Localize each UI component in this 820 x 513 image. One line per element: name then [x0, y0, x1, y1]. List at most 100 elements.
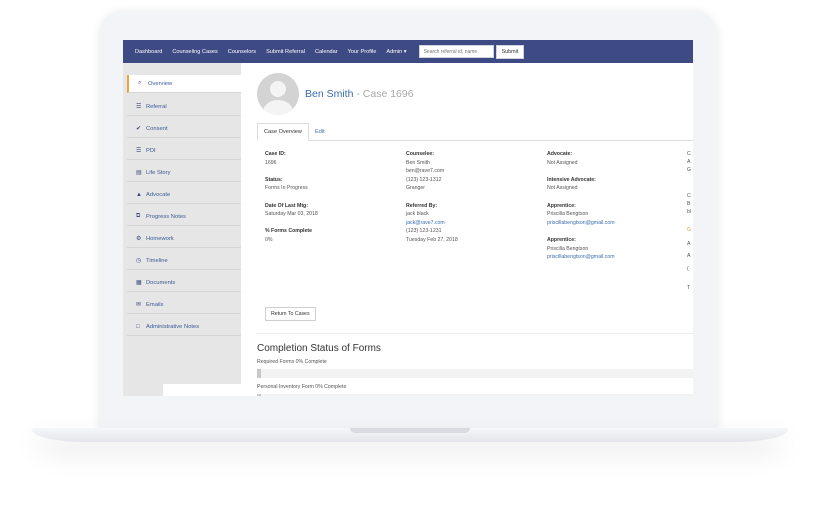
last-meeting-value: Saturday Mar 03, 2018: [265, 211, 318, 218]
sidebar-item-pdi[interactable]: ☰ PDI: [127, 142, 241, 160]
nav-calendar[interactable]: Calendar: [315, 49, 338, 55]
referred-by-label: Referred By:: [406, 202, 438, 209]
return-to-cases-button[interactable]: Return To Cases: [265, 307, 316, 321]
personal-inventory-label: Personal Inventory Form 0% Complete: [257, 384, 347, 390]
advocate-value: Not Assigned: [547, 159, 578, 166]
counselee-phone: (123) 123-1312: [406, 176, 442, 183]
clipped-text: B: [687, 201, 691, 207]
avatar-body: [263, 100, 293, 115]
forms-complete-label: % Forms Complete: [265, 228, 312, 235]
sidebar-item-administrative-notes[interactable]: □ Administrative Notes: [127, 318, 241, 336]
clipped-text: T: [687, 285, 691, 291]
sidebar-item-progress-notes[interactable]: ⧉ Progress Notes: [127, 208, 241, 226]
sidebar-item-homework[interactable]: ⚙ Homework: [127, 230, 241, 248]
apprentice-name: Priscilla Bengtson: [547, 211, 589, 218]
referral-search-input[interactable]: [418, 45, 494, 58]
case-sidebar: ⌕ Overview ☰ Referral ✔ Consent ☰ PDI ▤ …: [123, 63, 241, 396]
nav-admin-dropdown[interactable]: Admin ▾: [386, 49, 406, 55]
completion-status-heading: Completion Status of Forms: [257, 343, 381, 354]
sidebar-item-label: Overview: [148, 80, 173, 87]
sidebar-item-emails[interactable]: ✉ Emails: [127, 296, 241, 314]
clipped-text: (: [687, 266, 689, 272]
nav-dashboard[interactable]: Dashboard: [135, 49, 162, 55]
personal-inventory-progress: [257, 394, 693, 396]
required-forms-label: Required Forms 0% Complete: [257, 359, 327, 365]
required-forms-progress-fill: [257, 369, 261, 378]
clipped-text: C: [687, 151, 691, 157]
advocate-label: Advocate:: [547, 151, 573, 157]
intensive-advocate-label: Intensive Advocate:: [547, 176, 596, 183]
sidebar-item-label: Consent: [146, 125, 168, 132]
page-title: Ben Smith - Case 1696: [305, 88, 414, 100]
referrer-email-link[interactable]: jack@rave7.com: [406, 219, 536, 228]
user-icon: ▲: [136, 191, 142, 198]
book-icon: ▤: [136, 170, 142, 176]
sidebar-item-life-story[interactable]: ▤ Life Story: [127, 164, 241, 182]
database-icon: ☰: [136, 148, 142, 154]
clipped-text: G: [687, 167, 692, 173]
sidebar-item-label: Administrative Notes: [146, 323, 200, 330]
counselee-name: Ben Smith: [406, 159, 430, 166]
search-submit-button[interactable]: Submit: [495, 44, 525, 59]
clipped-text: A: [687, 159, 691, 165]
advocate-column: Advocate: Not Assigned Intensive Advocat…: [547, 150, 682, 262]
referrer-name: jack black: [406, 211, 429, 218]
tab-case-overview[interactable]: Case Overview: [257, 123, 309, 141]
search-icon: ⌕: [138, 80, 142, 86]
laptop-notch: [350, 428, 470, 433]
copy-icon: ⧉: [136, 213, 141, 219]
case-tabs: Case Overview Edit: [257, 123, 693, 141]
check-icon: ✔: [136, 126, 142, 132]
intensive-advocate-value: Not Assigned: [547, 185, 578, 192]
clipped-text: A: [687, 241, 691, 247]
apprentice-label: Apprentice:: [547, 202, 576, 209]
last-meeting-label: Date Of Last Mtg:: [265, 202, 308, 209]
apprentice-email-link[interactable]: priscillabengtson@gmail.com: [547, 219, 682, 228]
case-info-column: Case ID: 1696 Status: Forms In Progress …: [265, 150, 395, 245]
sidebar-item-overview[interactable]: ⌕ Overview: [127, 75, 241, 93]
sidebar-item-documents[interactable]: ▦ Documents: [127, 274, 241, 292]
clipped-text: G: [687, 227, 692, 233]
forms-complete-value: 0%: [265, 236, 273, 243]
required-forms-progress: [257, 369, 693, 378]
sidebar-item-label: Life Story: [146, 169, 171, 176]
clipped-text: bl: [687, 209, 692, 215]
section-divider: [257, 333, 693, 334]
counselee-column: Counselee: Ben Smith ben@rave7.com (123)…: [406, 150, 536, 245]
sidebar-item-label: Documents: [146, 279, 176, 286]
case-id-value: 1696: [265, 159, 277, 166]
referral-date: Tuesday Feb 27, 2018: [406, 236, 458, 243]
apprentice-email-link[interactable]: priscillabengtson@gmail.com: [547, 253, 682, 262]
case-id-label: Case ID:: [265, 151, 286, 157]
note-icon: □: [136, 323, 140, 330]
list-icon: ☰: [136, 104, 142, 110]
footer-strip: [163, 384, 241, 396]
documents-icon: ▦: [136, 280, 142, 286]
envelope-icon: ✉: [136, 302, 142, 308]
status-value: Forms In Progress: [265, 185, 308, 192]
sidebar-item-label: PDI: [146, 147, 156, 154]
avatar-head: [270, 81, 286, 97]
nav-submit-referral[interactable]: Submit Referral: [266, 49, 305, 55]
referrer-phone: (123) 123-1231: [406, 228, 442, 235]
clock-icon: ◷: [136, 258, 142, 264]
app-screen: Dashboard Counseling Cases Counselors Su…: [123, 40, 693, 396]
sidebar-item-timeline[interactable]: ◷ Timeline: [127, 252, 241, 270]
status-label: Status:: [265, 176, 283, 183]
sidebar-item-label: Progress Notes: [146, 213, 186, 220]
counselee-label: Counselee:: [406, 151, 434, 157]
sidebar-item-advocate[interactable]: ▲ Advocate: [127, 186, 241, 204]
counselee-email: ben@rave7.com: [406, 168, 445, 175]
sidebar-item-label: Emails: [146, 301, 164, 308]
case-number: - Case 1696: [353, 88, 414, 100]
sidebar-item-label: Timeline: [146, 257, 168, 264]
sidebar-item-consent[interactable]: ✔ Consent: [127, 120, 241, 138]
client-name: Ben Smith: [305, 88, 354, 100]
sidebar-item-label: Referral: [146, 103, 167, 110]
tab-edit[interactable]: Edit: [309, 123, 331, 141]
nav-counselors[interactable]: Counselors: [228, 49, 256, 55]
sidebar-item-referral[interactable]: ☰ Referral: [127, 98, 241, 116]
nav-counseling-cases[interactable]: Counseling Cases: [172, 49, 217, 55]
main-content: Ben Smith - Case 1696 Case Overview Edit…: [241, 63, 693, 396]
nav-your-profile[interactable]: Your Profile: [348, 49, 377, 55]
